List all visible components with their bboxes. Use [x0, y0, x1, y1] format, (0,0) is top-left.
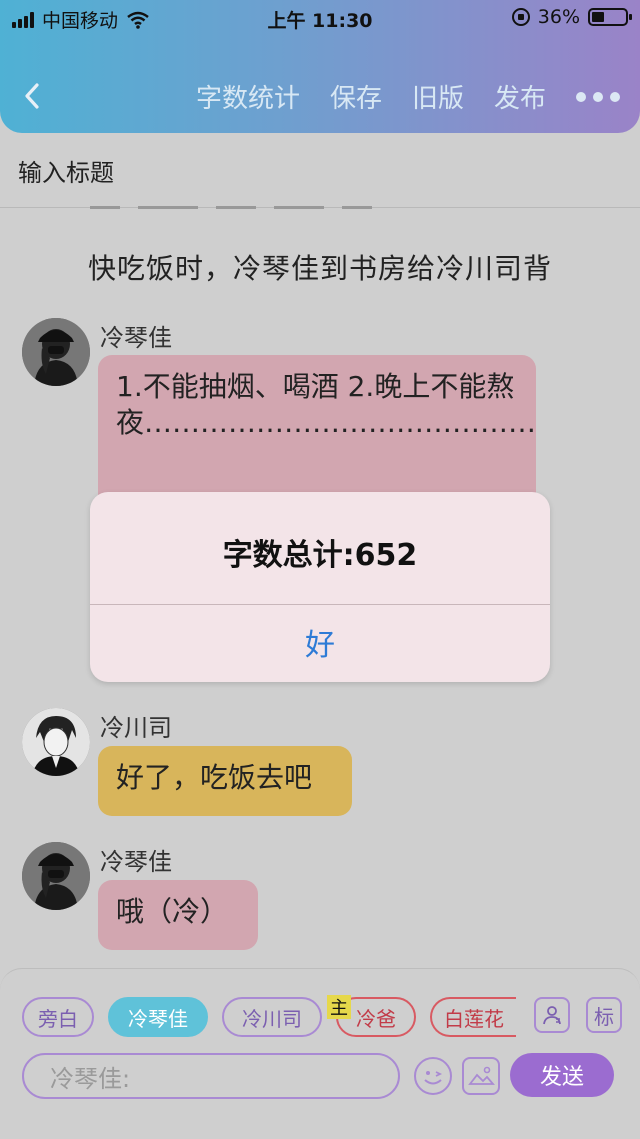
dialog-divider	[90, 604, 550, 605]
avatar	[22, 318, 90, 386]
sender-name: 冷琴佳	[100, 324, 172, 352]
more-icon[interactable]	[576, 91, 620, 102]
word-count-button[interactable]: 字数统计	[196, 78, 300, 115]
old-version-button[interactable]: 旧版	[412, 78, 464, 115]
send-button[interactable]: 发送	[510, 1053, 614, 1097]
character-chip-chuansi[interactable]: 冷川司	[222, 997, 322, 1037]
app-header: 中国移动 上午 11:30 36% 字数统计 保存 旧版 发布	[0, 0, 640, 133]
navbar: 字数统计 保存 旧版 发布	[0, 60, 640, 130]
avatar	[22, 842, 90, 910]
sender-name: 冷川司	[100, 714, 172, 742]
cropped-text-fragment	[90, 195, 450, 209]
character-chip-narrator[interactable]: 旁白	[22, 997, 94, 1037]
image-icon[interactable]	[462, 1057, 500, 1095]
battery-percent: 36%	[537, 6, 580, 28]
message-bubble: 好了，吃饭去吧	[98, 746, 352, 816]
message-input[interactable]: 冷琴佳:	[22, 1053, 400, 1099]
avatar	[22, 708, 90, 776]
narration-text: 快吃饭时，冷琴佳到书房给冷川司背	[88, 252, 553, 285]
character-chip-active[interactable]: 冷琴佳	[108, 997, 208, 1037]
sender-name: 冷琴佳	[100, 848, 172, 876]
dialog-ok-button[interactable]: 好	[90, 620, 550, 664]
dialog-title: 字数总计:652	[222, 538, 418, 573]
word-count-dialog: 字数总计:652 好	[90, 492, 550, 682]
emoji-icon[interactable]	[414, 1057, 452, 1095]
battery-icon	[588, 8, 632, 26]
status-bar: 中国移动 上午 11:30 36%	[0, 0, 640, 36]
title-input[interactable]: 输入标题	[18, 153, 114, 188]
tag-button[interactable]: 标	[586, 997, 622, 1033]
message-bubble: 1.不能抽烟、喝酒 2.晚上不能熬夜……………………………………	[98, 355, 536, 515]
orientation-lock-icon	[511, 8, 530, 26]
character-manage-icon[interactable]	[534, 997, 570, 1033]
back-chevron-icon[interactable]	[22, 82, 42, 110]
save-button[interactable]: 保存	[330, 78, 382, 115]
publish-button[interactable]: 发布	[494, 78, 546, 115]
composer-panel: 旁白 冷琴佳 冷川司 冷爸 主 白莲花 标 冷琴佳: 发送	[0, 968, 640, 1139]
message-bubble: 哦（冷）	[98, 880, 258, 950]
main-character-badge: 主	[327, 995, 351, 1019]
character-chip-lotus[interactable]: 白莲花	[430, 997, 516, 1037]
